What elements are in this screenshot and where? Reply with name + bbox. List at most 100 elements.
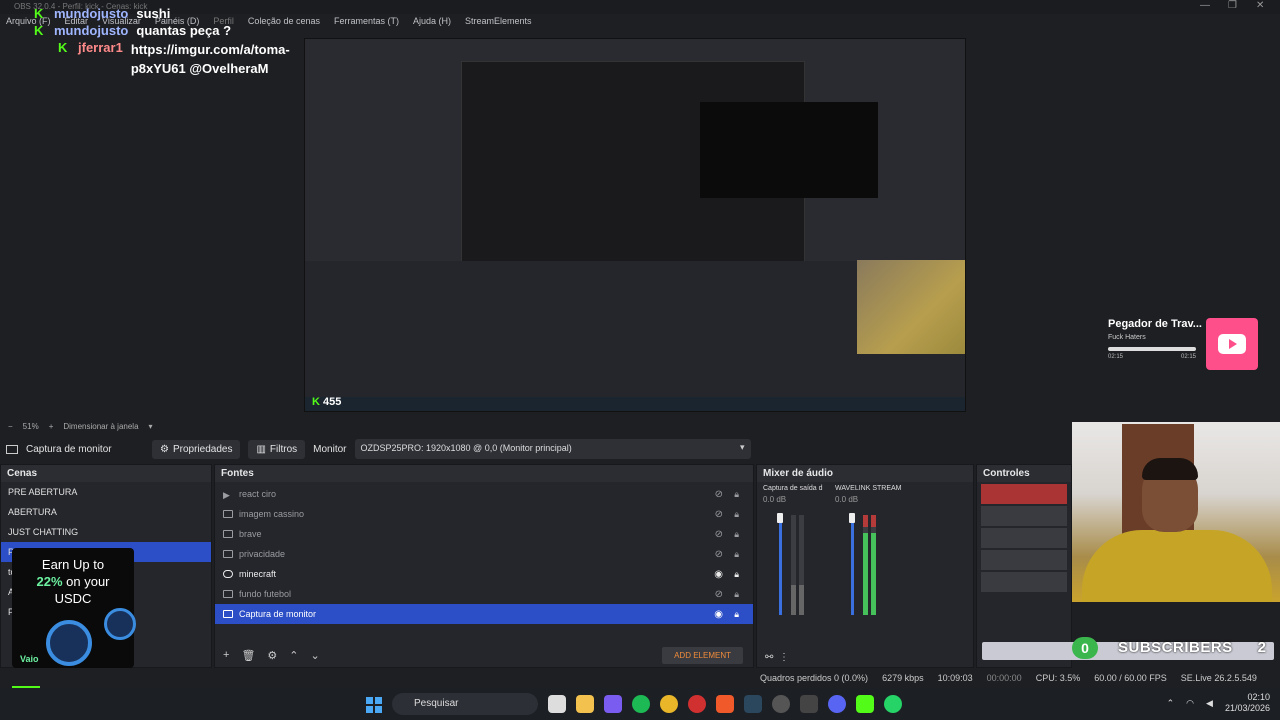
- lock-icon[interactable]: 🔒︎: [734, 489, 739, 500]
- opera-icon[interactable]: [688, 695, 706, 713]
- zoom-in-button[interactable]: +: [49, 422, 54, 431]
- clock-time: 02:10: [1247, 692, 1270, 702]
- source-item[interactable]: fundo futebol ⊘ 🔒︎: [215, 584, 753, 604]
- eye-icon[interactable]: ◉: [714, 609, 723, 620]
- obs-icon[interactable]: [772, 695, 790, 713]
- youtube-icon: [1218, 334, 1246, 354]
- source-item[interactable]: minecraft ◉ 🔒︎: [215, 564, 753, 584]
- monitor-select[interactable]: OZDSP25PRO: 1920x1080 @ 0,0 (Monitor pri…: [354, 439, 751, 459]
- channel-name: Captura de saída d: [763, 485, 823, 492]
- fader-knob[interactable]: [849, 513, 855, 523]
- streamer-shirt: [1082, 530, 1272, 602]
- play-icon: ▶: [223, 490, 230, 500]
- discord-icon[interactable]: [828, 695, 846, 713]
- kick-badge-icon: K: [34, 6, 44, 21]
- apps-icon[interactable]: [604, 695, 622, 713]
- eye-hidden-icon[interactable]: ⊘: [715, 589, 723, 600]
- trash-icon[interactable]: 🗑︎: [241, 649, 255, 662]
- source-item[interactable]: ▶ react ciro ⊘ 🔒︎: [215, 484, 753, 504]
- volume-fader[interactable]: [851, 515, 854, 615]
- se-version: SE.Live 26.2.5.549: [1180, 673, 1257, 683]
- chevron-up-icon[interactable]: ⌃: [289, 649, 298, 662]
- app-icon[interactable]: [800, 695, 818, 713]
- studio-mode-button[interactable]: [981, 550, 1067, 570]
- kick-badge-icon: K: [34, 23, 44, 38]
- brave-icon[interactable]: [716, 695, 734, 713]
- scenes-title: Cenas: [1, 465, 211, 482]
- bitrate: 6279 kbps: [882, 673, 924, 683]
- eye-hidden-icon[interactable]: ⊘: [715, 509, 723, 520]
- tray-chevron-icon[interactable]: ⌃: [1167, 698, 1175, 709]
- menu-tools[interactable]: Ferramentas (T): [334, 16, 399, 32]
- sources-dock: Fontes ▶ react ciro ⊘ 🔒︎ imagem cassino ⊘ 🔒︎ …: [214, 464, 754, 668]
- gear-icon[interactable]: ⚙: [267, 649, 277, 662]
- eye-hidden-icon[interactable]: ⊘: [715, 489, 723, 500]
- source-item[interactable]: privacidade ⊘ 🔒︎: [215, 544, 753, 564]
- settings-button[interactable]: [981, 572, 1067, 592]
- lock-icon[interactable]: 🔒︎: [734, 529, 739, 540]
- sources-title: Fontes: [215, 465, 753, 482]
- scene-item[interactable]: ABERTURA: [1, 502, 211, 522]
- menu-help[interactable]: Ajuda (H): [413, 16, 451, 32]
- spotify-icon[interactable]: [632, 695, 650, 713]
- more-icon[interactable]: ⋮: [779, 652, 789, 663]
- level-meter: [871, 515, 876, 615]
- taskbar-search[interactable]: Pesquisar: [392, 693, 538, 715]
- source-toolbar: Captura de monitor ⚙ Propriedades ▥ Filtro…: [0, 436, 1070, 462]
- fader-knob[interactable]: [777, 513, 783, 523]
- fit-to-window-label[interactable]: Dimensionar à janela: [63, 422, 138, 431]
- eye-hidden-icon[interactable]: ⊘: [715, 549, 723, 560]
- channel-db: 0.0 dB: [835, 495, 859, 504]
- close-icon[interactable]: ✕: [1256, 0, 1264, 11]
- wifi-icon[interactable]: ◠: [1186, 698, 1194, 709]
- whatsapp-icon[interactable]: [884, 695, 902, 713]
- filters-button[interactable]: ▥ Filtros: [248, 439, 306, 459]
- stop-stream-button[interactable]: [981, 484, 1067, 504]
- task-view-icon[interactable]: [548, 695, 566, 713]
- menu-streamelements[interactable]: StreamElements: [465, 16, 532, 32]
- sources-footer: + 🗑︎ ⚙ ⌃ ⌄ ADD ELEMENT: [215, 643, 753, 667]
- file-explorer-icon[interactable]: [576, 695, 594, 713]
- add-icon[interactable]: +: [223, 649, 229, 661]
- volume-fader[interactable]: [779, 515, 782, 615]
- webcam-overlay: [1072, 422, 1280, 602]
- lock-icon[interactable]: 🔒︎: [734, 509, 739, 520]
- chat-message: K mundojusto sushi: [34, 6, 304, 21]
- gamepad-icon: [223, 570, 233, 578]
- windows-start-icon[interactable]: [366, 697, 382, 713]
- scene-item[interactable]: JUST CHATTING: [1, 522, 211, 542]
- eye-icon[interactable]: ◉: [714, 569, 723, 580]
- kick-icon[interactable]: [856, 695, 874, 713]
- scene-item[interactable]: PRE ABERTURA: [1, 482, 211, 502]
- minimize-icon[interactable]: —: [1200, 0, 1210, 11]
- steam-icon[interactable]: [744, 695, 762, 713]
- chat-username: mundojusto: [54, 6, 129, 21]
- nested-camera-feed: [700, 102, 878, 198]
- maximize-icon[interactable]: ❐: [1228, 0, 1237, 11]
- source-item[interactable]: imagem cassino ⊘ 🔒︎: [215, 504, 753, 524]
- zoom-out-button[interactable]: −: [8, 422, 13, 431]
- lock-icon[interactable]: 🔒︎: [734, 589, 739, 600]
- preview-canvas[interactable]: [304, 38, 966, 412]
- link-icon[interactable]: ⚯: [765, 652, 773, 663]
- ad-line1: Earn Up to: [41, 557, 105, 572]
- record-button[interactable]: [981, 506, 1067, 526]
- properties-button[interactable]: ⚙ Propriedades: [152, 439, 241, 459]
- chat-message: K mundojusto quantas peça ?: [34, 23, 304, 38]
- chevron-down-icon[interactable]: ▾: [149, 422, 153, 431]
- lock-icon[interactable]: 🔒︎: [734, 569, 739, 580]
- source-item[interactable]: brave ⊘ 🔒︎: [215, 524, 753, 544]
- source-item-selected[interactable]: Captura de monitor ◉ 🔒︎: [215, 604, 753, 624]
- taskbar-clock[interactable]: 02:10 21/03/2026: [1225, 692, 1270, 714]
- track-total: 02:15: [1180, 354, 1196, 360]
- chrome-icon[interactable]: [660, 695, 678, 713]
- eye-hidden-icon[interactable]: ⊘: [715, 529, 723, 540]
- track-elapsed: 02:15: [1108, 354, 1124, 360]
- lock-icon[interactable]: 🔒︎: [734, 609, 739, 620]
- virtual-camera-button[interactable]: [981, 528, 1067, 548]
- add-element-button[interactable]: ADD ELEMENT: [662, 647, 743, 664]
- chevron-down-icon[interactable]: ⌄: [311, 649, 320, 662]
- volume-icon[interactable]: ◀: [1206, 698, 1213, 709]
- subscribers-current: 0: [1072, 637, 1098, 659]
- lock-icon[interactable]: 🔒︎: [734, 549, 739, 560]
